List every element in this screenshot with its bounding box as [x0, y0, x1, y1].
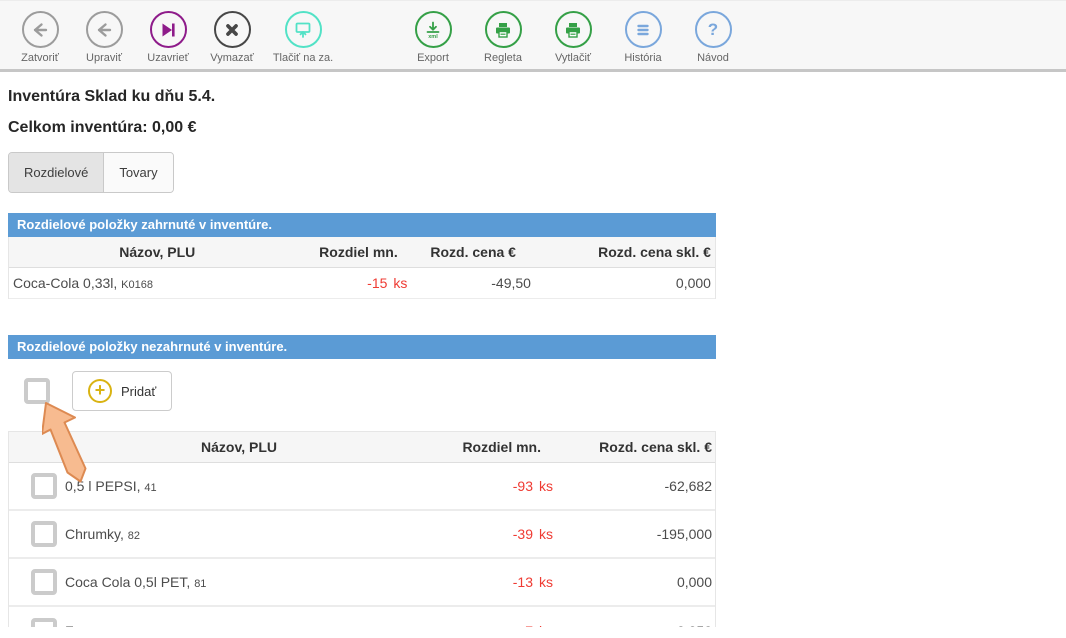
- skip-end-icon: [150, 11, 187, 48]
- table-row[interactable]: 0,5 l PEPSI, 41 -93ks -62,682: [9, 463, 715, 511]
- item-plu: 81: [194, 578, 206, 590]
- toolbar-item-label: Zatvoriť: [21, 52, 59, 64]
- clipped-row-container: F -7ks 0,050: [9, 607, 715, 627]
- item-stock-price: 0,000: [535, 268, 715, 298]
- toolbar-item-zatvorit[interactable]: Zatvoriť: [8, 11, 72, 64]
- toolbar-item-vymazat[interactable]: Vymazať: [200, 11, 264, 64]
- toolbar-item-label: Upraviť: [86, 52, 122, 64]
- toolbar-item-regleta[interactable]: Regleta: [468, 11, 538, 64]
- column-header-name: Názov, PLU: [61, 432, 417, 462]
- toolbar-item-label: Návod: [697, 52, 729, 64]
- table-header-row: Názov, PLU Rozdiel mn. Rozd. cena € Rozd…: [9, 237, 715, 268]
- item-plu: 41: [144, 482, 156, 494]
- tab-group: Rozdielové Tovary: [8, 152, 174, 193]
- included-items-table: Názov, PLU Rozdiel mn. Rozd. cena € Rozd…: [8, 237, 716, 299]
- row-checkbox[interactable]: [31, 618, 57, 627]
- print-display-icon: [285, 11, 322, 48]
- item-name: Coca Cola 0,5l PET, 81: [61, 567, 417, 597]
- toolbar-item-label: Vymazať: [210, 52, 253, 64]
- toolbar-item-navod[interactable]: ? Návod: [678, 11, 748, 64]
- add-button-label: Pridať: [121, 384, 156, 399]
- table-header-row: Názov, PLU Rozdiel mn. Rozd. cena skl. €: [9, 431, 715, 463]
- item-qty: -93ks: [417, 471, 557, 501]
- item-name: Coca-Cola 0,33l, K0168: [9, 268, 306, 298]
- item-qty: -15ks: [306, 268, 412, 298]
- export-xml-icon: xml: [415, 11, 452, 48]
- table-row[interactable]: F -7ks 0,050: [9, 607, 715, 627]
- item-name: 0,5 l PEPSI, 41: [61, 471, 417, 501]
- column-header-qty: Rozdiel mn.: [306, 237, 412, 267]
- item-stock-price: -195,000: [557, 519, 716, 549]
- toolbar: Zatvoriť Upraviť Uzavrieť Vymazať Tlačiť…: [0, 0, 1066, 72]
- delete-x-icon: [214, 11, 251, 48]
- item-stock-price: -62,682: [557, 471, 716, 501]
- section-header-excluded: Rozdielové položky nezahrnuté v inventúr…: [8, 335, 716, 359]
- column-header-name: Názov, PLU: [9, 237, 306, 267]
- tab-rozdielove[interactable]: Rozdielové: [9, 153, 103, 192]
- column-header-qty: Rozdiel mn.: [417, 432, 557, 462]
- printer-icon: [485, 11, 522, 48]
- column-header-spacer: [9, 440, 61, 454]
- svg-text:xml: xml: [428, 34, 438, 40]
- excluded-items-table: Názov, PLU Rozdiel mn. Rozd. cena skl. €…: [8, 431, 716, 627]
- table-row[interactable]: Coca-Cola 0,33l, K0168 -15ks -49,50 0,00…: [9, 268, 715, 299]
- toolbar-item-label: Regleta: [484, 52, 522, 64]
- item-price: -49,50: [411, 268, 535, 298]
- table-row[interactable]: Coca Cola 0,5l PET, 81 -13ks 0,000: [9, 559, 715, 607]
- page-title: Inventúra Sklad ku dňu 5.4.: [8, 88, 1066, 106]
- toolbar-item-export[interactable]: xml Export: [398, 11, 468, 64]
- row-checkbox[interactable]: [31, 473, 57, 499]
- toolbar-item-historia[interactable]: História: [608, 11, 678, 64]
- item-plu: 82: [128, 530, 140, 542]
- back-arrow-icon: [22, 11, 59, 48]
- back-arrow-icon: [86, 11, 123, 48]
- toolbar-item-label: Uzavrieť: [147, 52, 188, 64]
- item-qty: -13ks: [417, 567, 557, 597]
- menu-lines-icon: [625, 11, 662, 48]
- column-header-price: Rozd. cena €: [411, 237, 535, 267]
- main-content: Inventúra Sklad ku dňu 5.4. Celkom inven…: [0, 88, 1066, 627]
- toolbar-item-vytlacit[interactable]: Vytlačiť: [538, 11, 608, 64]
- toolbar-item-uzavriet[interactable]: Uzavrieť: [136, 11, 200, 64]
- tab-tovary[interactable]: Tovary: [103, 153, 172, 192]
- item-plu: K0168: [121, 279, 153, 291]
- inventory-total: Celkom inventúra: 0,00 €: [8, 119, 1066, 137]
- select-all-checkbox[interactable]: [24, 378, 50, 404]
- toolbar-item-label: Export: [417, 52, 449, 64]
- section-header-included: Rozdielové položky zahrnuté v inventúre.: [8, 213, 716, 237]
- item-name: Chrumky, 82: [61, 519, 417, 549]
- column-header-stock: Rozd. cena skl. €: [557, 432, 716, 462]
- item-name: F: [61, 616, 417, 627]
- printer-icon: [555, 11, 592, 48]
- item-stock-price: 0,000: [557, 567, 716, 597]
- row-checkbox[interactable]: [31, 521, 57, 547]
- question-icon: ?: [695, 11, 732, 48]
- toolbar-item-upravit[interactable]: Upraviť: [72, 11, 136, 64]
- item-qty: -39ks: [417, 519, 557, 549]
- table-row[interactable]: Chrumky, 82 -39ks -195,000: [9, 511, 715, 559]
- plus-icon: +: [88, 379, 112, 403]
- toolbar-item-label: Tlačiť na za.: [273, 52, 333, 64]
- toolbar-item-label: Vytlačiť: [555, 52, 591, 64]
- row-checkbox[interactable]: [31, 569, 57, 595]
- toolbar-item-label: História: [624, 52, 661, 64]
- item-qty: -7ks: [417, 616, 557, 627]
- item-stock-price: 0,050: [557, 616, 715, 627]
- toolbar-item-tlacit-na-za[interactable]: Tlačiť na za.: [264, 11, 342, 64]
- excluded-controls: + Pridať: [24, 371, 716, 413]
- column-header-stock: Rozd. cena skl. €: [535, 237, 715, 267]
- add-button[interactable]: + Pridať: [72, 371, 172, 411]
